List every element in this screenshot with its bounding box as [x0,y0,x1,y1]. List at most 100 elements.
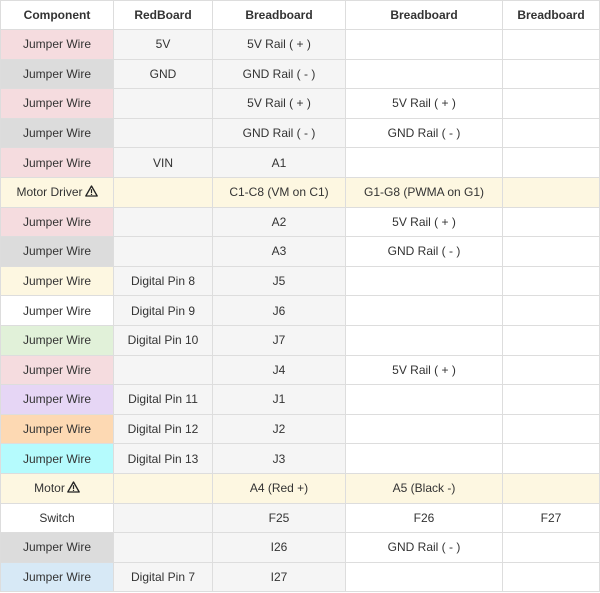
component-text: Jumper Wire [22,333,91,348]
component-text: Jumper Wire [22,37,91,52]
redboard-cell: Digital Pin 7 [113,561,213,593]
breadboard-2-cell [345,295,503,326]
breadboard-2-cell: GND Rail ( - ) [345,117,503,149]
table-row: Jumper Wire Digital Pin 12 J2 [0,413,600,445]
table-row: Jumper Wire Digital Pin 9 J6 [0,295,600,326]
table-row: Jumper Wire Digital Pin 7 I27 [0,561,600,593]
breadboard-3-cell [502,354,600,386]
breadboard-2-text: GND Rail ( - ) [387,244,461,259]
breadboard-3-cell [502,472,600,504]
breadboard-3-cell [502,236,600,267]
breadboard-3-cell [502,147,600,178]
table-row: Jumper Wire A3 GND Rail ( - ) [0,236,600,267]
component-cell: Jumper Wire [0,384,114,415]
breadboard-1-text: J5 [272,274,286,289]
breadboard-3-text: F27 [540,510,562,525]
table-row: Jumper Wire Digital Pin 10 J7 [0,324,600,356]
breadboard-3-cell [502,532,600,563]
breadboard-2-cell: 5V Rail ( + ) [345,88,503,119]
table-row: Jumper Wire A2 5V Rail ( + ) [0,206,600,238]
component-text: Jumper Wire [22,244,91,259]
breadboard-3-cell [502,176,600,208]
breadboard-1-cell: J1 [212,384,346,415]
warning-icon [84,185,98,200]
breadboard-2-cell: GND Rail ( - ) [345,236,503,267]
breadboard-1-text: A4 (Red +) [249,481,309,496]
breadboard-1-cell: I27 [212,561,346,593]
component-cell: Jumper Wire [0,354,114,386]
redboard-cell: Digital Pin 12 [113,413,213,445]
component-text: Jumper Wire [22,451,91,466]
breadboard-1-cell: F25 [212,502,346,534]
table-row: Jumper Wire 5V Rail ( + ) 5V Rail ( + ) [0,88,600,119]
breadboard-2-text: GND Rail ( - ) [387,540,461,555]
component-text: Jumper Wire [22,66,91,81]
breadboard-1-cell: A1 [212,147,346,178]
breadboard-1-cell: A4 (Red +) [212,472,346,504]
redboard-cell [113,206,213,238]
component-cell: Jumper Wire [0,561,114,593]
redboard-text: GND [149,66,177,81]
redboard-text: 5V [155,37,171,52]
redboard-cell [113,354,213,386]
breadboard-2-cell: F26 [345,502,503,534]
component-text: Jumper Wire [22,155,91,170]
warning-icon [66,481,80,496]
breadboard-1-cell: I26 [212,532,346,563]
breadboard-3-cell: F27 [502,502,600,534]
redboard-cell: VIN [113,147,213,178]
redboard-text: Digital Pin 12 [127,422,199,437]
header-breadboard-1: Breadboard [212,0,346,30]
breadboard-2-cell [345,265,503,297]
redboard-text: VIN [152,155,173,170]
breadboard-3-cell [502,206,600,238]
breadboard-1-text: J2 [272,422,286,437]
table-row: Jumper Wire Digital Pin 8 J5 [0,265,600,297]
breadboard-1-cell: GND Rail ( - ) [212,117,346,149]
breadboard-1-text: J7 [272,333,286,348]
breadboard-1-text: GND Rail ( - ) [242,126,316,141]
component-cell: Jumper Wire [0,29,114,60]
redboard-text: Digital Pin 9 [130,303,196,318]
breadboard-3-cell [502,29,600,60]
breadboard-2-text: GND Rail ( - ) [387,126,461,141]
component-cell: Motor Driver [0,176,114,208]
redboard-text: Digital Pin 10 [127,333,199,348]
breadboard-1-cell: A3 [212,236,346,267]
component-cell: Jumper Wire [0,265,114,297]
breadboard-2-text: A5 (Black -) [392,481,456,496]
breadboard-2-text: F26 [413,510,435,525]
breadboard-2-cell [345,29,503,60]
component-cell: Jumper Wire [0,117,114,149]
component-text: Jumper Wire [22,392,91,407]
breadboard-1-cell: J7 [212,324,346,356]
redboard-cell: Digital Pin 9 [113,295,213,326]
breadboard-2-cell [345,147,503,178]
breadboard-1-cell: J6 [212,295,346,326]
redboard-cell: Digital Pin 10 [113,324,213,356]
redboard-cell [113,236,213,267]
breadboard-1-text: GND Rail ( - ) [242,66,316,81]
breadboard-1-text: 5V Rail ( + ) [247,96,311,111]
breadboard-1-text: I26 [270,540,288,555]
breadboard-2-cell: G1-G8 (PWMA on G1) [345,176,503,208]
component-text: Jumper Wire [22,362,91,377]
breadboard-3-cell [502,413,600,445]
breadboard-1-cell: 5V Rail ( + ) [212,88,346,119]
table-row: Jumper Wire GND GND Rail ( - ) [0,58,600,90]
redboard-cell [113,502,213,534]
redboard-cell: GND [113,58,213,90]
breadboard-2-text: 5V Rail ( + ) [392,96,456,111]
breadboard-3-cell [502,117,600,149]
component-cell: Switch [0,502,114,534]
redboard-cell [113,176,213,208]
redboard-cell [113,472,213,504]
component-cell: Jumper Wire [0,443,114,474]
redboard-text: Digital Pin 13 [127,451,199,466]
breadboard-3-cell [502,384,600,415]
table-body: Jumper Wire 5V 5V Rail ( + ) Jumper Wire GND… [0,29,600,593]
component-text: Jumper Wire [22,540,91,555]
component-cell: Jumper Wire [0,147,114,178]
breadboard-1-text: C1-C8 (VM on C1) [229,185,329,200]
redboard-cell [113,532,213,563]
